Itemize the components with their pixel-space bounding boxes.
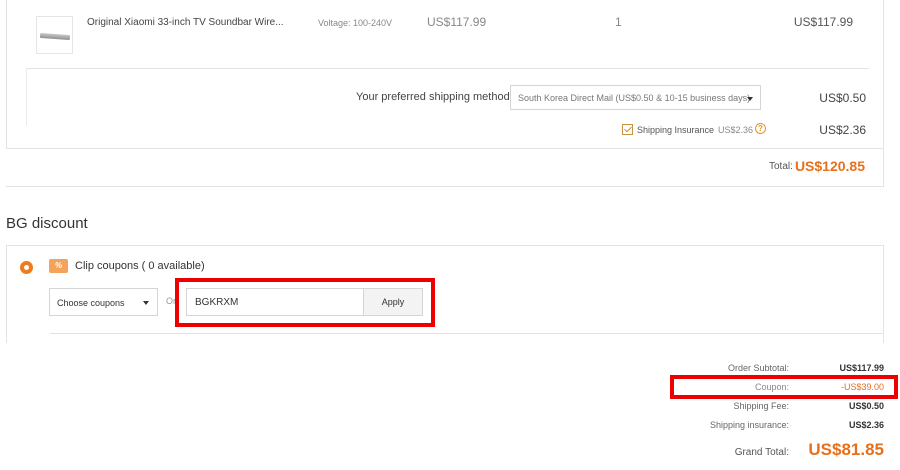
soundbar-image bbox=[39, 32, 71, 41]
shipping-method-label: Your preferred shipping method: bbox=[356, 91, 513, 103]
shipping-insurance-label: Shipping Insurance bbox=[637, 125, 715, 135]
total-right-border bbox=[883, 148, 884, 186]
clip-coupons-label: Clip coupons ( 0 available) bbox=[75, 260, 205, 272]
chevron-down-icon bbox=[747, 97, 753, 101]
discount-section-title: BG discount bbox=[6, 215, 88, 232]
shipping-method-select[interactable]: South Korea Direct Mail (US$0.50 & 10-15… bbox=[510, 85, 761, 110]
discount-box-left-border bbox=[6, 245, 7, 343]
discount-box-right-border bbox=[883, 245, 884, 343]
total-bottom-border bbox=[6, 186, 884, 187]
product-thumbnail[interactable] bbox=[36, 16, 73, 54]
total-label: Total: bbox=[769, 161, 793, 172]
question-icon[interactable]: ? bbox=[755, 123, 766, 134]
shipping-fee-label: Shipping Fee: bbox=[733, 401, 789, 411]
order-subtotal-value: US$117.99 bbox=[839, 363, 884, 373]
cart-box-right-border bbox=[883, 0, 884, 148]
highlight-box-coupon-input bbox=[175, 278, 435, 327]
item-divider bbox=[26, 68, 869, 69]
grand-total-label: Grand Total: bbox=[734, 447, 789, 458]
cart-box-left-border bbox=[6, 0, 7, 148]
quantity: 1 bbox=[615, 15, 622, 29]
clip-coupons-radio[interactable] bbox=[20, 261, 33, 274]
order-subtotal-label: Order Subtotal: bbox=[727, 363, 789, 373]
shipping-fee-value: US$0.50 bbox=[848, 401, 884, 411]
product-name-link[interactable]: Original Xiaomi 33-inch TV Soundbar Wire… bbox=[87, 17, 284, 28]
line-total: US$117.99 bbox=[793, 15, 853, 29]
shipping-insurance-summary-label: Shipping insurance: bbox=[709, 420, 789, 430]
grand-total-value: US$81.85 bbox=[808, 440, 884, 459]
coupon-icon: % bbox=[49, 259, 68, 273]
choose-coupons-select[interactable]: Choose coupons bbox=[49, 288, 158, 316]
product-option: Voltage: 100-240V bbox=[318, 18, 393, 28]
highlight-box-coupon-discount bbox=[670, 375, 898, 399]
shipping-insurance-fee: US$2.36 bbox=[819, 123, 866, 137]
shipping-fee: US$0.50 bbox=[819, 91, 866, 105]
inner-left-border bbox=[26, 68, 27, 126]
cart-box-divider bbox=[6, 148, 884, 149]
choose-coupons-placeholder: Choose coupons bbox=[57, 298, 125, 308]
discount-box-top-border bbox=[6, 245, 884, 246]
shipping-insurance-checkbox[interactable] bbox=[622, 124, 633, 135]
chevron-down-icon bbox=[143, 301, 149, 305]
discount-inner-divider bbox=[50, 333, 884, 334]
shipping-method-value: South Korea Direct Mail (US$0.50 & 10-15… bbox=[518, 93, 751, 103]
unit-price: US$117.99 bbox=[427, 15, 487, 29]
total-value: US$120.85 bbox=[794, 158, 865, 174]
shipping-insurance-summary-value: US$2.36 bbox=[848, 420, 884, 430]
shipping-insurance-price: US$2.36 bbox=[718, 125, 754, 135]
